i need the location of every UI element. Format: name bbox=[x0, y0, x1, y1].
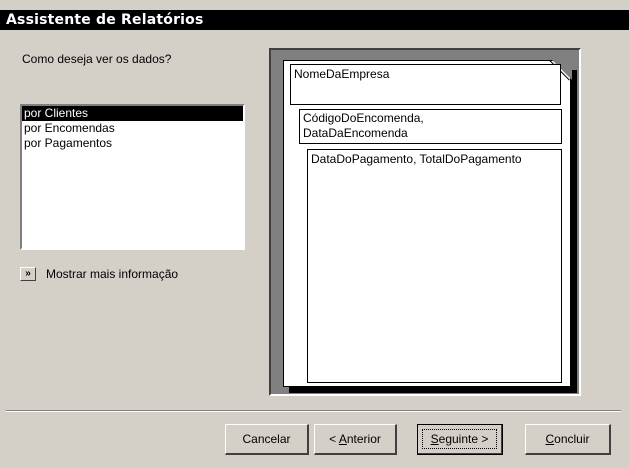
cancel-button-label: Cancelar bbox=[242, 432, 291, 446]
report-wizard-window: Assistente de Relatórios Como deseja ver… bbox=[0, 0, 629, 468]
finish-button-mnemonic: C bbox=[545, 432, 555, 446]
back-button-mnemonic: A bbox=[338, 432, 347, 446]
list-item-por-encomendas[interactable]: por Encomendas bbox=[22, 121, 243, 136]
list-item-por-clientes[interactable]: por Clientes bbox=[22, 106, 243, 121]
group2-field-line1: CódigoDoEncomenda, bbox=[303, 111, 424, 125]
detail-fields: DataDoPagamento, TotalDoPagamento bbox=[311, 152, 522, 166]
back-button-prefix: < bbox=[329, 432, 339, 446]
show-more-info-label: Mostrar mais informação bbox=[46, 267, 179, 281]
next-button[interactable]: Seguinte > bbox=[417, 424, 503, 455]
view-question-label: Como deseja ver os dados? bbox=[22, 52, 172, 66]
group1-fields: NomeDaEmpresa bbox=[294, 67, 390, 81]
finish-button-label: oncluir bbox=[554, 432, 590, 446]
focus-rectangle bbox=[422, 429, 497, 449]
preview-group-level-2: CódigoDoEncomenda, DataDaEncomenda bbox=[299, 109, 562, 144]
cancel-button[interactable]: Cancelar bbox=[225, 424, 309, 455]
more-info-row: » Mostrar mais informação bbox=[20, 267, 178, 281]
view-options-listbox[interactable]: por Clientes por Encomendas por Pagament… bbox=[20, 104, 245, 250]
preview-group-level-1: NomeDaEmpresa bbox=[290, 64, 561, 105]
footer-separator bbox=[6, 410, 621, 412]
preview-detail-section: DataDoPagamento, TotalDoPagamento bbox=[307, 149, 562, 383]
show-more-info-button[interactable]: » bbox=[20, 267, 36, 281]
group2-field-line2: DataDaEncomenda bbox=[303, 126, 408, 140]
finish-button[interactable]: Concluir bbox=[525, 424, 611, 455]
window-title: Assistente de Relatórios bbox=[0, 10, 629, 30]
back-button[interactable]: < Anterior bbox=[314, 424, 397, 455]
list-item-por-pagamentos[interactable]: por Pagamentos bbox=[22, 136, 243, 151]
back-button-label: nterior bbox=[346, 432, 381, 446]
